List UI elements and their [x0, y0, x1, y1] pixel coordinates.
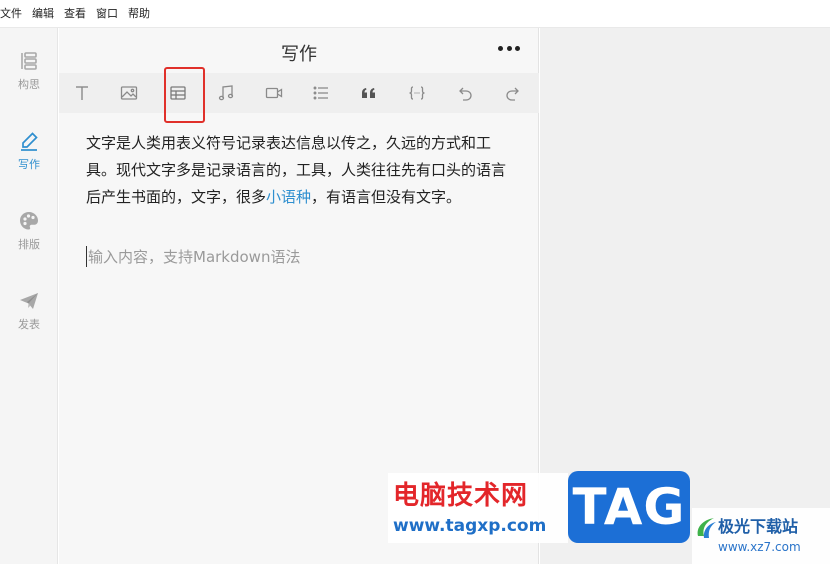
- watermark-tag-badge: TAG: [568, 471, 690, 543]
- watermark-site-url: www.tagxp.com: [393, 516, 547, 536]
- watermark-logo-name: 极光下载站: [718, 517, 799, 536]
- text-icon: [76, 86, 88, 100]
- insert-quote-button[interactable]: [355, 79, 383, 107]
- dot-icon: [515, 45, 520, 51]
- table-button-highlight-box: [164, 67, 205, 123]
- sidebar-item-label: 发表: [18, 318, 40, 331]
- redo-button[interactable]: [499, 79, 527, 107]
- image-icon: [120, 86, 138, 100]
- outline-icon: [21, 52, 37, 70]
- pen-icon: [21, 132, 38, 151]
- redo-icon: [506, 87, 519, 101]
- menu-help[interactable]: 帮助: [128, 0, 150, 28]
- menu-view[interactable]: 查看: [64, 0, 86, 28]
- sidebar-item-label: 构思: [18, 78, 40, 91]
- insert-audio-button[interactable]: [212, 79, 240, 107]
- insert-list-button[interactable]: [307, 79, 335, 107]
- sidebar-item-write[interactable]: 写作: [0, 130, 58, 190]
- more-options-button[interactable]: [498, 38, 520, 58]
- insert-video-button[interactable]: [260, 79, 288, 107]
- list-icon: [313, 86, 328, 100]
- sidebar-item-label: 排版: [18, 238, 40, 251]
- menu-edit[interactable]: 编辑: [32, 0, 54, 28]
- watermark-tag-text: TAG: [572, 478, 686, 536]
- insert-image-button[interactable]: [115, 79, 143, 107]
- editor-content[interactable]: 文字是人类用表义符号记录表达信息以传之，久远的方式和工具。现代文字多是记录语言的…: [86, 130, 516, 211]
- content-link[interactable]: 小语种: [266, 188, 311, 206]
- undo-icon: [459, 87, 472, 101]
- menu-window[interactable]: 窗口: [96, 0, 118, 28]
- sidebar-item-layout[interactable]: 排版: [0, 210, 58, 270]
- insert-code-button[interactable]: [403, 79, 431, 107]
- quote-icon: [362, 88, 375, 98]
- undo-button[interactable]: [451, 79, 479, 107]
- sidebar-item-outline[interactable]: 构思: [0, 50, 58, 110]
- editor-input[interactable]: 输入内容，支持Markdown语法: [86, 246, 300, 267]
- aurora-logo-icon: [697, 518, 716, 538]
- dot-icon: [498, 45, 503, 51]
- menu-bar: 文件 编辑 查看 窗口 帮助: [0, 0, 830, 28]
- watermark-logo-url: www.xz7.com: [718, 540, 801, 554]
- paper-plane-icon: [20, 293, 38, 309]
- video-icon: [265, 87, 283, 99]
- menu-file[interactable]: 文件: [0, 0, 22, 28]
- sidebar: 构思 写作 排版 发表: [0, 28, 58, 564]
- sidebar-item-publish[interactable]: 发表: [0, 290, 58, 350]
- dot-icon: [506, 45, 512, 51]
- page-title: 写作: [281, 44, 317, 65]
- palette-icon: [20, 212, 38, 230]
- paragraph-text: ，有语言但没有文字。: [311, 188, 462, 206]
- watermark-site-name: 电脑技术网: [393, 481, 529, 511]
- insert-text-button[interactable]: [68, 79, 96, 107]
- sidebar-item-label: 写作: [18, 158, 40, 171]
- code-icon: [409, 86, 425, 100]
- format-toolbar: [59, 67, 539, 123]
- music-icon: [218, 85, 234, 101]
